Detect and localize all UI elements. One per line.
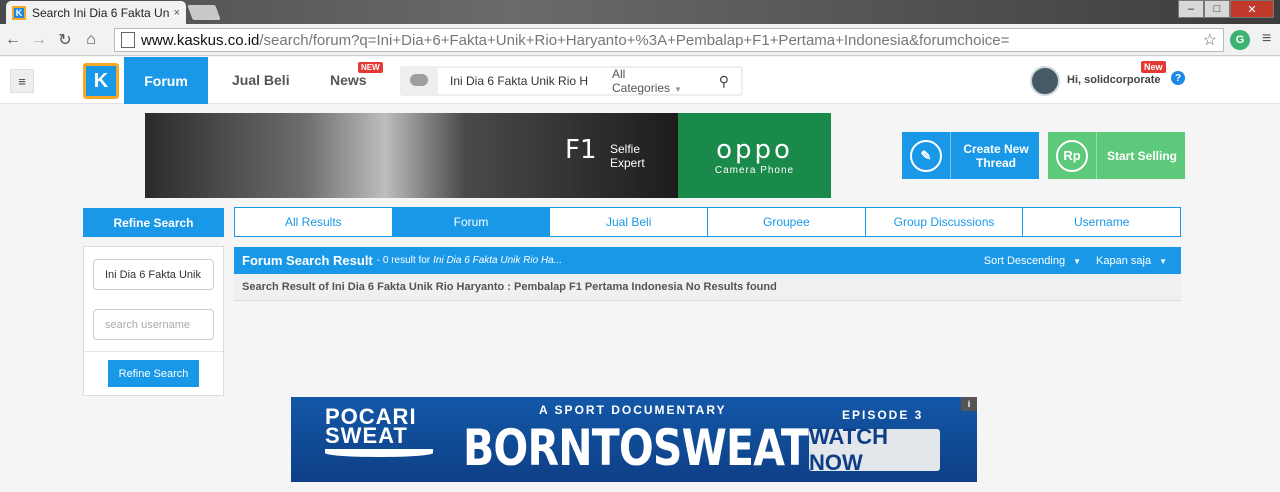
results-header: Forum Search Result - 0 result for Ini D…: [234, 247, 1181, 274]
start-selling-label: Start Selling: [1107, 148, 1178, 163]
bookmark-star-icon[interactable]: ☆: [1203, 30, 1217, 50]
ad-brand-panel: oppo Camera Phone: [678, 113, 831, 198]
ad-brand: oppo: [716, 135, 793, 165]
kaskus-logo[interactable]: K: [83, 63, 119, 99]
user-greeting[interactable]: Hi, solidcorporate: [1067, 74, 1161, 86]
pencil-icon: ✎: [910, 139, 942, 172]
nav-news-label: News: [330, 72, 367, 88]
start-selling-button[interactable]: Rp Start Selling: [1048, 132, 1185, 179]
ad-tagline: Selfie Expert: [610, 142, 645, 170]
nav-forum[interactable]: Forum: [124, 57, 208, 104]
ad-title: BORNTOSWEAT: [463, 419, 809, 477]
refine-panel: Ini Dia 6 Fakta Unik search username Ref…: [83, 246, 224, 396]
ad-photo: F1 Selfie Expert: [145, 113, 678, 198]
ad-info-icon[interactable]: i: [961, 397, 977, 411]
tab-groupee[interactable]: Groupee: [708, 208, 866, 236]
refine-search-button[interactable]: Refine Search: [108, 360, 199, 387]
url-path: /search/forum?q=Ini+Dia+6+Fakta+Unik+Rio…: [259, 31, 1010, 49]
avatar[interactable]: [1030, 66, 1060, 96]
tab-group-discussions[interactable]: Group Discussions: [866, 208, 1024, 236]
browser-toolbar: ← → ↻ ⌂ www.kaskus.co.id /search/forum?q…: [0, 24, 1280, 56]
maximize-button[interactable]: □: [1204, 0, 1230, 18]
nav-jual-beli[interactable]: Jual Beli: [232, 72, 290, 88]
create-thread-button[interactable]: ✎ Create New Thread: [902, 132, 1039, 179]
time-label: Kapan saja: [1096, 254, 1152, 267]
news-new-badge: NEW: [358, 62, 383, 73]
tab-username[interactable]: Username: [1023, 208, 1180, 236]
search-icon[interactable]: ⚲: [719, 73, 729, 90]
window-controls: – □ ✕: [1178, 0, 1274, 18]
username-input[interactable]: search username: [93, 309, 214, 340]
browser-tab[interactable]: K Search Ini Dia 6 Fakta Unik ×: [6, 1, 186, 24]
browser-titlebar: K Search Ini Dia 6 Fakta Unik × – □ ✕: [0, 0, 1280, 24]
chat-bubble-icon[interactable]: [410, 74, 428, 86]
create-thread-label: Create New Thread: [963, 141, 1029, 170]
site-header: ≡ K Forum Jual Beli News NEW Ini Dia 6 F…: [0, 57, 1280, 104]
back-icon[interactable]: ←: [0, 31, 26, 49]
category-label: All Categories: [612, 67, 671, 95]
close-window-button[interactable]: ✕: [1230, 0, 1274, 18]
tab-forum[interactable]: Forum: [392, 208, 551, 236]
sort-dropdown[interactable]: Sort Descending ▼: [984, 255, 1081, 267]
search-bar: Ini Dia 6 Fakta Unik Rio Haryanto All Ca…: [400, 66, 743, 96]
tab-close-icon[interactable]: ×: [174, 7, 180, 19]
caret-down-icon: ▼: [674, 85, 682, 94]
oppo-banner-ad[interactable]: F1 Selfie Expert oppo Camera Phone: [145, 113, 831, 198]
search-input[interactable]: Ini Dia 6 Fakta Unik Rio Haryanto: [438, 74, 588, 88]
caret-down-icon: ▼: [1073, 256, 1081, 266]
sort-label: Sort Descending: [983, 254, 1066, 267]
url-domain: www.kaskus.co.id: [141, 31, 260, 49]
ad-brand-sub: Camera Phone: [714, 165, 795, 176]
home-icon[interactable]: ⌂: [78, 31, 104, 49]
category-select[interactable]: All Categories ▼: [588, 67, 688, 95]
chrome-menu-icon[interactable]: ≡: [1262, 30, 1271, 48]
forward-icon[interactable]: →: [26, 31, 52, 49]
ad-f1-text: F1: [565, 135, 597, 165]
ad-brand-line2: SWEAT: [325, 423, 408, 448]
hamburger-menu-icon[interactable]: ≡: [10, 69, 34, 93]
ad-doc-label: A SPORT DOCUMENTARY: [539, 403, 727, 417]
ad-brand-pocari: POCARI SWEAT: [325, 406, 417, 448]
help-icon[interactable]: ?: [1171, 71, 1185, 85]
rupiah-icon: Rp: [1056, 139, 1088, 172]
tab-title: Search Ini Dia 6 Fakta Unik: [32, 5, 170, 20]
refine-query-input[interactable]: Ini Dia 6 Fakta Unik: [93, 259, 214, 290]
nav-news[interactable]: News NEW: [330, 62, 383, 88]
extension-icon[interactable]: G: [1230, 30, 1250, 50]
results-title: Forum Search Result: [242, 253, 373, 268]
address-bar[interactable]: www.kaskus.co.id /search/forum?q=Ini+Dia…: [114, 28, 1224, 52]
new-tab-button[interactable]: [187, 5, 221, 20]
tab-jual-beli[interactable]: Jual Beli: [550, 208, 709, 236]
refine-search-header: Refine Search: [83, 208, 224, 237]
results-query: Ini Dia 6 Fakta Unik Rio Ha...: [433, 255, 563, 266]
results-count: - 0 result for: [376, 255, 431, 266]
minimize-button[interactable]: –: [1178, 0, 1204, 18]
no-results-message: Search Result of Ini Dia 6 Fakta Unik Ri…: [234, 274, 1181, 301]
kaskus-favicon-icon: K: [12, 5, 26, 20]
ad-wave-shape: [325, 449, 433, 457]
ad-episode: EPISODE 3: [842, 408, 924, 422]
reload-icon[interactable]: ↻: [52, 30, 78, 50]
page-icon: [121, 32, 135, 48]
user-new-badge: New: [1141, 61, 1166, 73]
caret-down-icon: ▼: [1159, 256, 1167, 266]
tab-all-results[interactable]: All Results: [235, 208, 393, 236]
watch-now-button[interactable]: WATCH NOW: [809, 424, 940, 475]
search-type-tabs: All Results Forum Jual Beli Groupee Grou…: [234, 207, 1181, 237]
time-dropdown[interactable]: Kapan saja ▼: [1096, 255, 1167, 267]
pocari-banner-ad[interactable]: POCARI SWEAT A SPORT DOCUMENTARY BORNTOSW…: [291, 397, 977, 482]
